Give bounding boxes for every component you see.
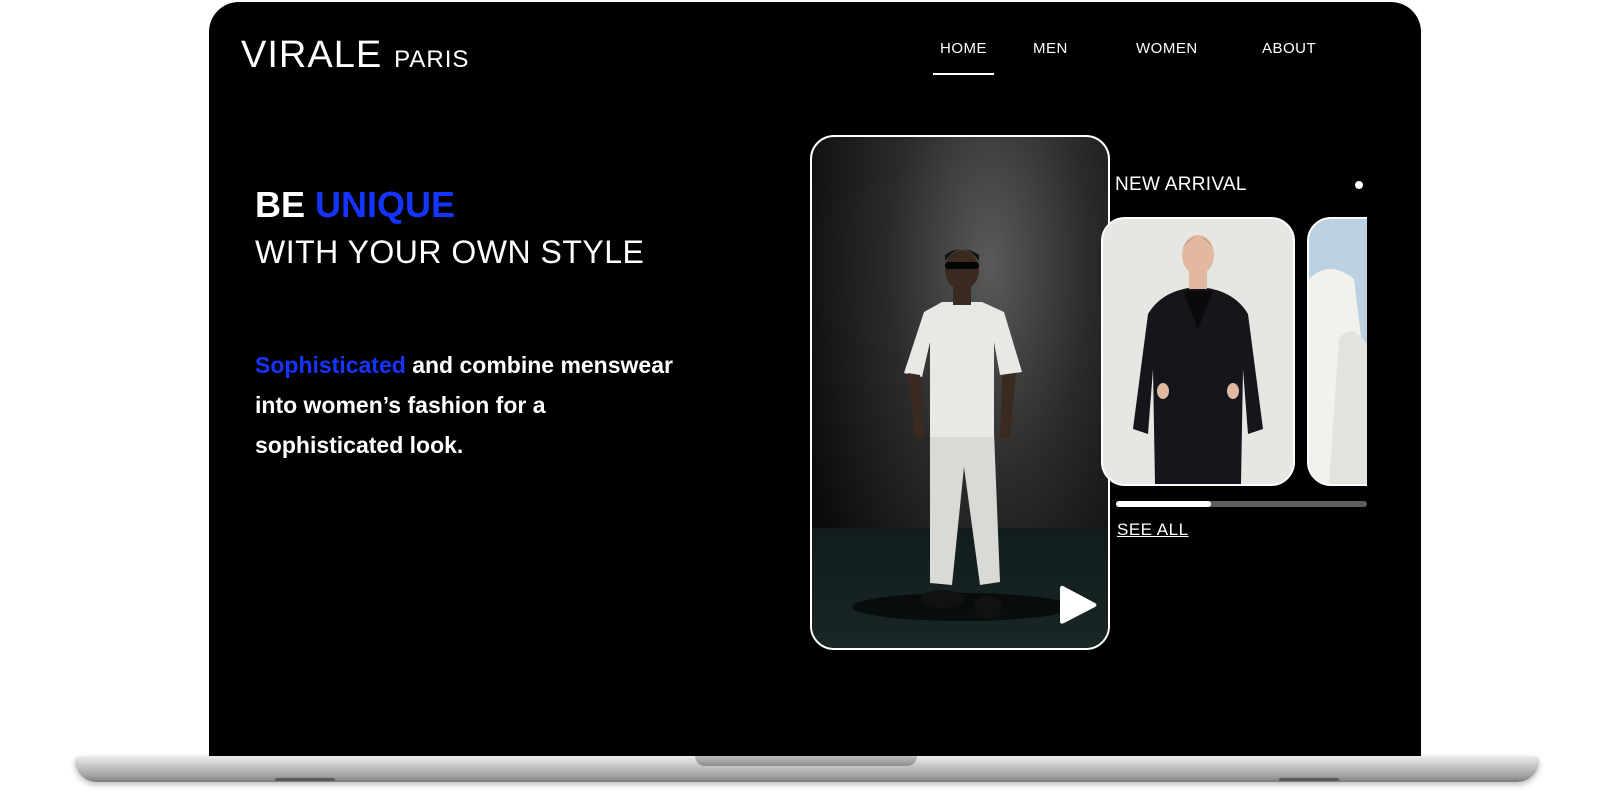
nav-men[interactable]: MEN (1033, 40, 1068, 57)
laptop-base (75, 756, 1539, 782)
nav-women[interactable]: WOMEN (1136, 40, 1198, 57)
product-card[interactable] (1307, 217, 1367, 486)
brand-sub: PARIS (394, 46, 470, 73)
laptop-notch (695, 756, 917, 766)
brand-logo[interactable]: VIRALE PARIS (241, 34, 469, 77)
hero-title: BE UNIQUE (255, 184, 455, 226)
new-arrival-title: NEW ARRIVAL (1115, 174, 1247, 195)
carousel-indicator-dot[interactable] (1355, 181, 1363, 189)
hero-title-be: BE (255, 184, 306, 225)
nav-about[interactable]: ABOUT (1262, 40, 1316, 57)
laptop-foot (1279, 778, 1339, 781)
carousel-progress[interactable] (1116, 501, 1367, 507)
see-all-link[interactable]: SEE ALL (1117, 520, 1189, 540)
product-image (1309, 219, 1367, 484)
new-arrival-carousel[interactable] (1099, 217, 1367, 487)
laptop-screen: VIRALE PARIS HOME MEN WOMEN ABOUT BE UNI… (209, 2, 1421, 757)
product-image (1103, 219, 1293, 484)
product-card[interactable] (1101, 217, 1295, 486)
brand-name: VIRALE (241, 34, 383, 76)
carousel-progress-fill (1116, 501, 1212, 507)
nav-home[interactable]: HOME (933, 40, 994, 75)
hero-subtitle: WITH YOUR OWN STYLE (255, 234, 645, 270)
model-photo (852, 249, 1072, 621)
desc-accent: Sophisticated (255, 352, 406, 378)
hero-title-unique: UNIQUE (315, 184, 456, 225)
hero-description: Sophisticated and combine menswear into … (255, 345, 675, 465)
laptop-foot (275, 778, 335, 781)
play-icon[interactable] (1058, 583, 1098, 627)
featured-video-card[interactable] (810, 135, 1110, 650)
